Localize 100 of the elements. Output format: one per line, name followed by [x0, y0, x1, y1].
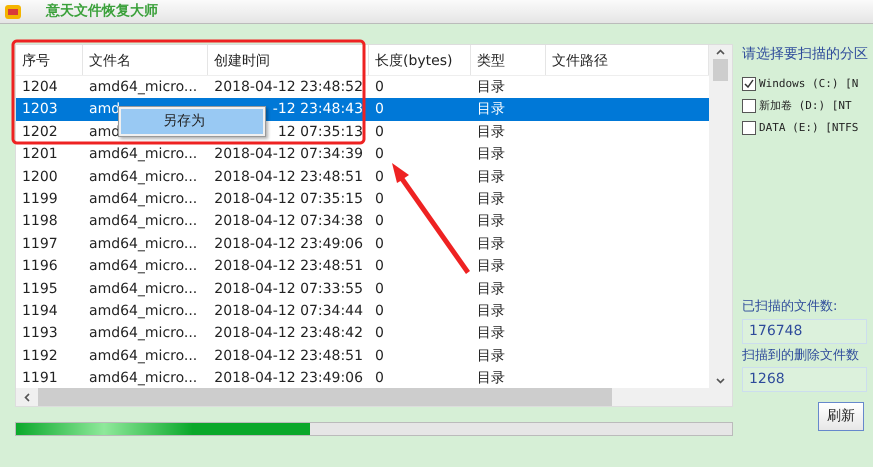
table-cell: 2018-04-12 23:48:51	[214, 168, 363, 185]
column-header[interactable]: 长度(bytes)	[369, 45, 471, 75]
refresh-button[interactable]: 刷新	[818, 402, 864, 431]
table-cell: 0	[375, 302, 384, 319]
column-header[interactable]: 序号	[16, 45, 83, 75]
table-cell: 0	[375, 79, 384, 95]
table-cell: 2018-04-12 07:34:44	[214, 302, 363, 319]
vertical-scrollbar[interactable]	[709, 45, 732, 388]
app-icon	[4, 2, 22, 20]
table-cell: amd64_micro...	[89, 302, 198, 319]
checkbox[interactable]	[742, 77, 756, 91]
table-cell: 目录	[477, 236, 505, 252]
table-row[interactable]: 1199 amd64_micro... 2018-04-12 07:35:15 0 目录	[16, 188, 710, 210]
table-cell: 2018-04-12 23:48:51	[214, 348, 363, 364]
scrollbar-thumb[interactable]	[713, 59, 728, 81]
table-cell: 目录	[477, 213, 505, 230]
table-cell: 1192	[22, 348, 58, 364]
table-cell: 0	[375, 168, 384, 185]
table-cell: 目录	[477, 280, 505, 297]
table-cell: 目录	[477, 258, 505, 274]
table-row[interactable]: 1193 amd64_micro... 2018-04-12 23:48:42 0 目录	[16, 322, 710, 345]
table-cell: amd64_micro...	[89, 325, 198, 342]
table-cell: 12 07:35:13	[278, 124, 363, 140]
table-row[interactable]: 1191 amd64_micro... 2018-04-12 23:49:06 0 目录	[16, 367, 710, 388]
table-row[interactable]: 1194 amd64_micro... 2018-04-12 07:34:44 0 目录	[16, 300, 710, 322]
scrollbar-thumb[interactable]	[38, 388, 612, 406]
table-cell: 2018-04-12 23:49:06	[214, 236, 363, 252]
table-cell: 0	[375, 190, 384, 207]
table-cell: -12 23:48:43	[272, 101, 363, 118]
table-cell: 目录	[477, 124, 505, 140]
horizontal-scrollbar[interactable]	[16, 388, 732, 406]
table-cell: 2018-04-12 07:33:55	[214, 280, 363, 297]
table-cell: 1198	[22, 213, 58, 230]
window-title: 意天文件恢复大师	[46, 2, 158, 21]
table-cell: amd64_micro...	[89, 236, 198, 252]
table-cell: 0	[375, 258, 384, 274]
table-cell: 0	[375, 101, 384, 118]
table-cell: 目录	[477, 370, 505, 386]
table-row[interactable]: 1196 amd64_micro... 2018-04-12 23:48:51 0 目录	[16, 255, 710, 278]
table-cell: 2018-04-12 23:49:06	[214, 370, 363, 386]
partition-label[interactable]: Windows (C:) [N	[759, 76, 858, 92]
table-cell: 0	[375, 213, 384, 230]
table-row[interactable]: 1200 amd64_micro... 2018-04-12 23:48:51 0 目录	[16, 166, 710, 188]
table-cell: 目录	[477, 79, 505, 95]
scroll-down-icon[interactable]	[716, 378, 726, 384]
table-cell: 1201	[22, 146, 58, 162]
table-cell: 目录	[477, 168, 505, 185]
table-cell: 2018-04-12 07:35:15	[214, 190, 363, 207]
deleted-count-label: 扫描到的删除文件数	[742, 346, 860, 364]
checkbox[interactable]	[742, 99, 756, 113]
table-cell: 目录	[477, 146, 505, 162]
table-cell: 目录	[477, 348, 505, 364]
table-row[interactable]: 1195 amd64_micro... 2018-04-12 07:33:55 0 目录	[16, 278, 710, 300]
checkbox[interactable]	[742, 121, 756, 135]
table-row[interactable]: 1204 amd64_micro... 2018-04-12 23:48:52 0 目录	[16, 76, 710, 98]
table-cell: 1196	[22, 258, 58, 274]
table-cell: 0	[375, 325, 384, 342]
table-cell: 1199	[22, 190, 58, 207]
table-cell: 0	[375, 370, 384, 386]
menu-item[interactable]: 另存为	[121, 109, 263, 134]
table-cell: 目录	[477, 302, 505, 319]
table-cell: 2018-04-12 07:34:39	[214, 146, 363, 162]
table-cell: 1193	[22, 325, 58, 342]
table-row[interactable]: 1201 amd64_micro... 2018-04-12 07:34:39 0 目录	[16, 143, 710, 166]
deleted-count-field: 1268	[742, 367, 867, 392]
table-cell: 目录	[477, 325, 505, 342]
table-row[interactable]: 1192 amd64_micro... 2018-04-12 23:48:51 0 目录	[16, 344, 710, 368]
table-cell: 目录	[477, 190, 505, 207]
table-cell: 1197	[22, 236, 58, 252]
table-cell: 2018-04-12 23:48:51	[214, 258, 363, 274]
column-header[interactable]: 文件名	[83, 45, 208, 75]
scroll-left-icon[interactable]	[24, 392, 30, 402]
table-cell: amd64_micro...	[89, 168, 198, 185]
partition-label[interactable]: DATA (E:) [NTFS	[759, 120, 858, 136]
column-header[interactable]: 类型	[471, 45, 546, 75]
table-cell: 1203	[22, 101, 58, 118]
table-cell: 目录	[477, 101, 505, 118]
table-cell: 2018-04-12 23:48:52	[214, 79, 363, 95]
table-row[interactable]: 1198 amd64_micro... 2018-04-12 07:34:38 0 目录	[16, 210, 710, 233]
partition-prompt: 请选择要扫描的分区	[742, 45, 867, 64]
table-cell: 1194	[22, 302, 58, 319]
scroll-up-icon[interactable]	[716, 49, 726, 55]
scanned-count-field: 176748	[742, 318, 867, 344]
table-cell: 1202	[22, 124, 58, 140]
table-cell: amd64_micro...	[89, 348, 198, 364]
table-row[interactable]: 1197 amd64_micro... 2018-04-12 23:49:06 0 目录	[16, 232, 710, 256]
scanned-count-label: 已扫描的文件数:	[742, 298, 838, 316]
table-cell: 0	[375, 236, 384, 252]
table-cell: 0	[375, 280, 384, 297]
partition-label[interactable]: 新加卷 (D:) [NT	[759, 98, 852, 114]
table-cell: 1204	[22, 79, 58, 95]
table-cell: amd64_micro...	[89, 258, 198, 274]
table-cell: amd64_micro...	[89, 79, 198, 95]
table-cell: 0	[375, 146, 384, 162]
table-cell: 2018-04-12 23:48:42	[214, 325, 363, 342]
table-cell: 0	[375, 348, 384, 364]
table-cell: amd64_micro...	[89, 190, 198, 207]
table-cell: amd64_micro...	[89, 280, 198, 297]
column-header[interactable]: 创建时间	[208, 45, 369, 75]
table-cell: 1200	[22, 168, 58, 185]
